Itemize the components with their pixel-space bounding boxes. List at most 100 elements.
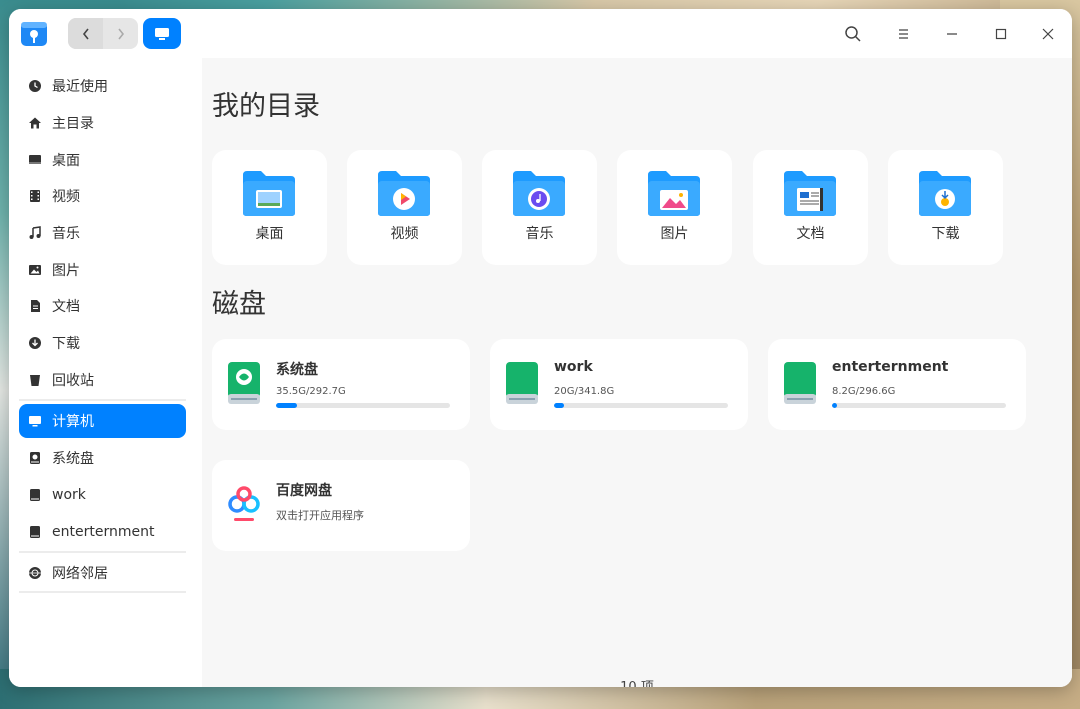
sidebar-item-label: 音乐: [52, 226, 80, 242]
titlebar: [9, 9, 1072, 58]
status-item-count: 10 项: [202, 676, 1072, 687]
disk-name: work: [554, 359, 593, 375]
dir-card-documents[interactable]: 文档: [753, 150, 868, 265]
back-button[interactable]: [68, 18, 103, 49]
minimize-button[interactable]: [939, 21, 965, 47]
forward-button[interactable]: [103, 18, 138, 49]
close-button[interactable]: [1035, 21, 1061, 47]
disks-heading: 磁盘: [212, 289, 266, 320]
sidebar-item-network[interactable]: 网络邻居: [19, 556, 186, 590]
sidebar-item-desktop[interactable]: 桌面: [19, 143, 186, 177]
dir-card-label: 下载: [931, 226, 960, 242]
sidebar-item-video[interactable]: 视频: [19, 179, 186, 213]
picture-folder-icon: [648, 171, 700, 216]
desktop-folder-icon: [243, 171, 295, 216]
sidebar-item-label: 最近使用: [52, 79, 108, 95]
chevron-left-icon: [82, 28, 89, 39]
disk-icon: [784, 362, 816, 404]
sidebar-item-recent[interactable]: 最近使用: [19, 69, 186, 103]
sidebar-item-label: 文档: [52, 299, 80, 315]
dir-card-label: 视频: [390, 226, 419, 242]
network-icon: [27, 565, 43, 581]
search-icon: [845, 26, 861, 42]
disk-usage-fill: [554, 403, 565, 408]
disk-card-enterternment[interactable]: enterternment 8.2G/296.6G: [768, 339, 1026, 430]
breadcrumb-computer-button[interactable]: [143, 18, 181, 49]
disk-name: enterternment: [832, 359, 949, 375]
download-icon: [27, 335, 43, 351]
dir-card-label: 桌面: [255, 226, 284, 242]
file-manager-window: 最近使用 主目录 桌面 视频 音乐 图片 文档 下载 回收站 计算机 系统盘 w…: [9, 9, 1072, 687]
maximize-icon: [995, 28, 1007, 40]
baidu-netdisk-icon: [228, 486, 260, 521]
sidebar-item-label: 桌面: [52, 153, 80, 169]
picture-icon: [27, 262, 43, 278]
sidebar-item-label: 视频: [52, 189, 80, 205]
disk-size: 35.5G/292.7G: [276, 386, 346, 397]
sidebar-item-pictures[interactable]: 图片: [19, 253, 186, 287]
sidebar-item-label: enterternment: [52, 524, 155, 540]
dir-card-desktop[interactable]: 桌面: [212, 150, 327, 265]
video-folder-icon: [378, 171, 430, 216]
disk-card-work[interactable]: work 20G/341.8G: [490, 339, 748, 430]
sidebar-item-enterternment[interactable]: enterternment: [19, 515, 186, 549]
computer-icon: [27, 413, 43, 429]
sidebar-divider: [19, 399, 186, 401]
trash-icon: [27, 372, 43, 388]
sidebar-item-documents[interactable]: 文档: [19, 289, 186, 323]
menu-icon: [899, 29, 908, 39]
app-card-baidu-netdisk[interactable]: 百度网盘 双击打开应用程序: [212, 460, 470, 551]
sidebar-item-trash[interactable]: 回收站: [19, 363, 186, 397]
sidebar-item-label: work: [52, 487, 86, 503]
dir-card-pictures[interactable]: 图片: [617, 150, 732, 265]
app-subtitle: 双击打开应用程序: [276, 509, 364, 522]
video-icon: [27, 188, 43, 204]
disk-card-system[interactable]: 系统盘 35.5G/292.7G: [212, 339, 470, 430]
sidebar-item-label: 图片: [52, 263, 80, 279]
sidebar-item-system-disk[interactable]: 系统盘: [19, 441, 186, 475]
clock-icon: [27, 78, 43, 94]
search-button[interactable]: [840, 21, 866, 47]
disk-icon: [27, 487, 43, 503]
home-icon: [27, 115, 43, 131]
disk-usage-fill: [276, 403, 298, 408]
main-content: 我的目录 桌面 视频 音乐 图片 文档 下载 磁盘 系统盘 35.5G/292.…: [202, 58, 1072, 687]
document-folder-icon: [784, 171, 836, 216]
sidebar-item-music[interactable]: 音乐: [19, 216, 186, 250]
sidebar-item-home[interactable]: 主目录: [19, 106, 186, 140]
disk-icon: [506, 362, 538, 404]
disk-name: 系统盘: [276, 362, 318, 378]
dir-card-music[interactable]: 音乐: [482, 150, 597, 265]
sidebar-item-label: 下载: [52, 336, 80, 352]
dir-card-label: 音乐: [525, 226, 554, 242]
maximize-button[interactable]: [988, 21, 1014, 47]
sidebar-item-label: 回收站: [52, 373, 94, 389]
sidebar-divider: [19, 591, 186, 593]
dir-card-downloads[interactable]: 下载: [888, 150, 1003, 265]
sidebar-item-computer[interactable]: 计算机: [19, 404, 186, 438]
document-icon: [27, 298, 43, 314]
dir-card-label: 文档: [796, 226, 825, 242]
close-icon: [1042, 28, 1054, 40]
dir-card-video[interactable]: 视频: [347, 150, 462, 265]
desktop-icon: [27, 152, 43, 168]
computer-icon: [155, 27, 169, 40]
menu-button[interactable]: [890, 21, 916, 47]
sidebar-item-label: 计算机: [52, 414, 94, 430]
disk-usage-bar: [276, 403, 450, 408]
my-directories-heading: 我的目录: [212, 91, 320, 122]
system-disk-icon: [228, 362, 260, 404]
disk-usage-bar: [832, 403, 1006, 408]
file-manager-app-icon[interactable]: [20, 19, 48, 47]
disk-icon: [27, 524, 43, 540]
disk-usage-fill: [832, 403, 837, 408]
download-folder-icon: [919, 171, 971, 216]
sidebar-item-downloads[interactable]: 下载: [19, 326, 186, 360]
sidebar-item-label: 网络邻居: [52, 566, 108, 582]
sidebar: 最近使用 主目录 桌面 视频 音乐 图片 文档 下载 回收站 计算机 系统盘 w…: [9, 58, 202, 687]
music-folder-icon: [513, 171, 565, 216]
disk-usage-bar: [554, 403, 728, 408]
sidebar-item-label: 系统盘: [52, 451, 94, 467]
sidebar-divider: [19, 551, 186, 553]
sidebar-item-work[interactable]: work: [19, 478, 186, 512]
